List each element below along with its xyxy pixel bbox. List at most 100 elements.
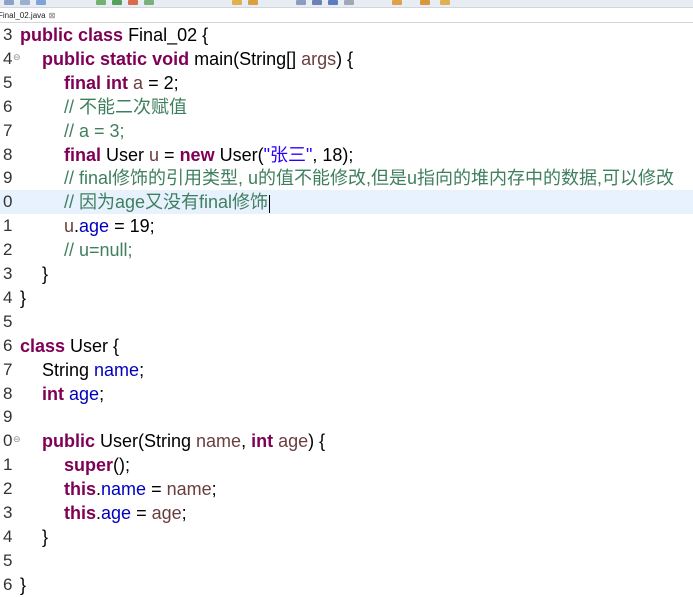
field-token: name bbox=[101, 479, 147, 500]
code-line[interactable]: 0 ⊖ public User(String name, int age) { bbox=[0, 429, 693, 453]
code-line[interactable]: 9 bbox=[0, 405, 693, 429]
keyword-token: final bbox=[64, 72, 102, 93]
text-cursor bbox=[269, 194, 271, 213]
field-token: age bbox=[101, 503, 132, 523]
keyword-token: int bbox=[251, 431, 274, 452]
code-token: = 2; bbox=[143, 72, 179, 93]
variable-token: name bbox=[196, 431, 242, 452]
code-text: } bbox=[42, 525, 48, 549]
keyword-token: public bbox=[42, 431, 95, 452]
code-line[interactable]: 3} bbox=[0, 262, 693, 286]
line-number: 5 bbox=[3, 72, 13, 92]
code-token: Final_02 { bbox=[123, 25, 209, 45]
code-line[interactable]: 6 class User { bbox=[0, 334, 693, 358]
fold-toggle-icon[interactable]: ⊖ bbox=[13, 429, 21, 453]
code-line[interactable]: 3 this.age = age; bbox=[0, 501, 693, 525]
code-text: } bbox=[42, 262, 48, 286]
variable-token: u bbox=[64, 216, 75, 237]
toolbar-icon[interactable] bbox=[144, 0, 154, 5]
toolbar-icon[interactable] bbox=[344, 0, 354, 5]
variable-token: age bbox=[151, 503, 182, 523]
toolbar-icon[interactable] bbox=[112, 0, 122, 5]
code-line[interactable]: 5 bbox=[0, 549, 693, 573]
code-token: , 18); bbox=[312, 144, 354, 165]
toolbar-icon[interactable] bbox=[392, 0, 402, 5]
code-line[interactable]: 4} bbox=[0, 286, 693, 310]
toolbar-icon[interactable] bbox=[296, 0, 306, 5]
code-text: // 不能二次赋值 bbox=[64, 95, 187, 119]
toolbar-icon[interactable] bbox=[128, 0, 138, 5]
toolbar-icon[interactable] bbox=[232, 0, 242, 5]
code-line[interactable]: 7 String name; bbox=[0, 358, 693, 382]
code-text: public static void main(String[] args) { bbox=[42, 47, 353, 71]
code-line[interactable]: 1 u.age = 19; bbox=[0, 214, 693, 238]
code-line[interactable]: 2 this.name = name; bbox=[0, 477, 693, 501]
line-number: 7 bbox=[3, 359, 13, 379]
toolbar-icon[interactable] bbox=[328, 0, 338, 5]
toolbar-icon[interactable] bbox=[96, 0, 106, 5]
line-number: 9 bbox=[3, 407, 13, 427]
line-number: 7 bbox=[3, 120, 13, 140]
code-text: final User u = new User("张三", 18); bbox=[64, 143, 353, 167]
toolbar-icon[interactable] bbox=[248, 0, 258, 5]
line-number: 5 bbox=[3, 550, 13, 570]
code-line[interactable]: 5 final int a = 2; bbox=[0, 71, 693, 95]
toolbar-icon[interactable] bbox=[312, 0, 322, 5]
toolbar-icon[interactable] bbox=[36, 0, 46, 5]
line-number: 4 bbox=[3, 287, 13, 307]
toolbar-icon[interactable] bbox=[4, 0, 14, 5]
code-line[interactable]: 2 // u=null; bbox=[0, 238, 693, 262]
editor-tab-label: Final_02.java bbox=[0, 10, 46, 20]
code-line[interactable]: 8 int age; bbox=[0, 382, 693, 406]
line-number: 8 bbox=[3, 383, 13, 403]
code-text: super(); bbox=[64, 453, 130, 477]
editor-tab[interactable]: Final_02.java ⊠ bbox=[0, 8, 60, 22]
line-number: 3 bbox=[3, 264, 13, 283]
code-line-current[interactable]: 0 // 因为age又没有final修饰 bbox=[0, 190, 693, 215]
code-token: ; bbox=[139, 359, 145, 380]
code-token: User( bbox=[214, 144, 264, 165]
code-token: } bbox=[20, 287, 27, 308]
comment-token: // 因为age又没有final修饰 bbox=[64, 192, 269, 213]
code-line[interactable]: 4 ⊖ public static void main(String[] args)… bbox=[0, 47, 693, 71]
code-line[interactable]: 3 public class Final_02 { bbox=[0, 23, 693, 47]
tab-close-icon[interactable]: ⊠ bbox=[49, 11, 56, 20]
code-line[interactable]: 6} bbox=[0, 573, 693, 597]
code-editor[interactable]: 3 public class Final_02 {4 ⊖ public static … bbox=[0, 23, 693, 597]
keyword-token: public bbox=[20, 25, 73, 45]
comment-token: // a = 3; bbox=[64, 120, 125, 141]
code-token: = 19; bbox=[109, 216, 155, 237]
code-line[interactable]: 6 // 不能二次赋值 bbox=[0, 95, 693, 119]
variable-token: args bbox=[301, 48, 337, 69]
line-number: 4 bbox=[3, 526, 13, 546]
code-line[interactable]: 9 // final修饰的引用类型, u的值不能修改,但是u指向的堆内存中的数据,… bbox=[0, 166, 693, 190]
toolbar-icon[interactable] bbox=[420, 0, 430, 5]
comment-token: // 不能二次赋值 bbox=[64, 96, 188, 117]
code-token: String bbox=[42, 359, 95, 380]
line-number: 3 bbox=[3, 503, 13, 522]
line-number: 6 bbox=[3, 574, 13, 594]
toolbar-icon[interactable] bbox=[440, 0, 450, 5]
keyword-token: class bbox=[78, 25, 124, 45]
code-line[interactable]: 8 final User u = new User("张三", 18); bbox=[0, 143, 693, 167]
code-line[interactable]: 4} bbox=[0, 525, 693, 549]
code-token: main(String[] bbox=[189, 48, 302, 69]
keyword-token: int bbox=[106, 72, 129, 93]
code-text: // final修饰的引用类型, u的值不能修改,但是u指向的堆内存中的数据,可… bbox=[64, 166, 674, 190]
code-line[interactable]: 7 // a = 3; bbox=[0, 119, 693, 143]
code-token: ; bbox=[211, 479, 217, 500]
editor-tab-bar: Final_02.java ⊠ bbox=[0, 8, 693, 23]
code-line[interactable]: 5 bbox=[0, 310, 693, 334]
line-number: 0 bbox=[3, 431, 13, 451]
field-token: age bbox=[79, 216, 110, 237]
keyword-token: this bbox=[64, 503, 97, 523]
string-token: "张三" bbox=[263, 144, 313, 165]
variable-token: age bbox=[278, 431, 309, 452]
code-line[interactable]: 1 super(); bbox=[0, 453, 693, 477]
code-text: this.name = name; bbox=[64, 477, 217, 501]
line-number: 3 bbox=[3, 25, 13, 44]
fold-toggle-icon[interactable]: ⊖ bbox=[13, 47, 21, 71]
code-token: ) { bbox=[308, 431, 326, 452]
toolbar-icon[interactable] bbox=[20, 0, 30, 5]
variable-token: name bbox=[166, 479, 212, 500]
